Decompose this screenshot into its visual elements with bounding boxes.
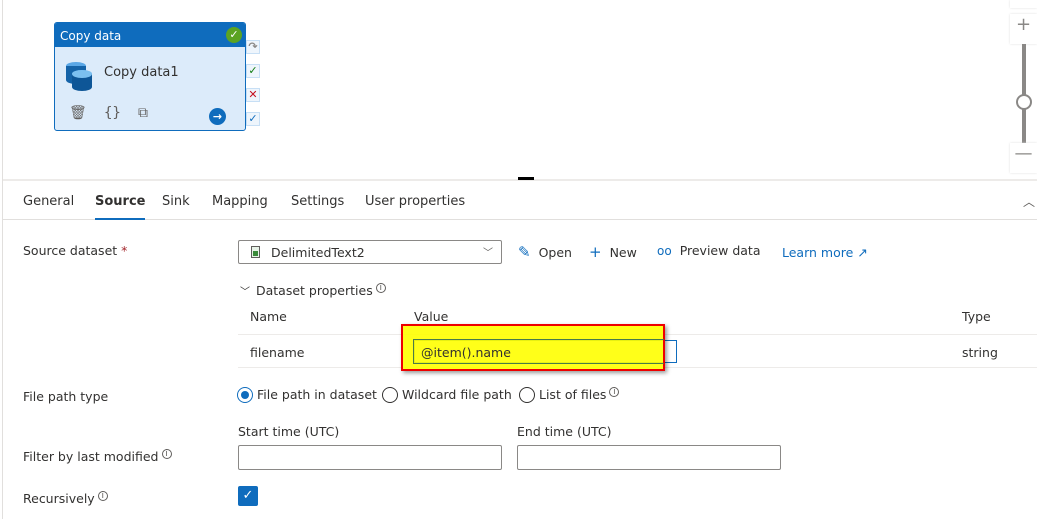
failure-icon[interactable]: ✕ <box>246 88 260 102</box>
open-button[interactable]: ✎ Open <box>518 243 572 261</box>
clone-icon[interactable]: ⧉ <box>138 105 148 121</box>
go-arrow-icon[interactable]: → <box>209 108 226 125</box>
start-time-label: Start time (UTC) <box>238 424 340 439</box>
property-name: filename <box>250 345 305 360</box>
recursively-label: Recursively i <box>23 491 108 506</box>
new-button[interactable]: + New <box>589 243 637 261</box>
tab-settings[interactable]: Settings <box>291 194 344 209</box>
source-dataset-dropdown[interactable]: DelimitedText2 ﹀ <box>238 240 502 264</box>
chevron-up-icon[interactable]: ︿ <box>1023 193 1035 210</box>
activity-name: Copy data1 <box>104 65 179 80</box>
recursively-checkbox[interactable]: ✓ <box>238 486 258 506</box>
dataset-value: DelimitedText2 <box>271 245 365 260</box>
dataset-icon <box>251 246 260 258</box>
checkmark-icon: ✓ <box>242 488 254 503</box>
database-icon <box>66 62 92 91</box>
column-value: Value <box>414 309 449 324</box>
info-icon: i <box>97 491 108 501</box>
filter-last-modified-label: Filter by last modified i <box>23 449 172 464</box>
tab-source[interactable]: Source <box>95 194 146 220</box>
info-icon: i <box>609 387 620 397</box>
end-time-input[interactable] <box>517 445 781 470</box>
properties-tabs: General Source Sink Mapping Settings Use… <box>3 181 1037 220</box>
activity-header: Copy data ✓ <box>55 23 245 47</box>
radio-circle <box>237 387 253 403</box>
plus-icon: + <box>589 243 602 261</box>
tab-sink[interactable]: Sink <box>162 194 190 209</box>
preview-data-button[interactable]: oo Preview data <box>657 243 760 258</box>
learn-more-link[interactable]: Learn more ↗ <box>782 245 868 260</box>
check-circle-icon: ✓ <box>226 27 242 43</box>
start-time-input[interactable] <box>238 445 502 470</box>
radio-list-of-files[interactable]: List of files i <box>519 387 620 404</box>
copy-data-activity[interactable]: Copy data ✓ Copy data1 🗑 {} ⧉ → <box>54 22 246 131</box>
radio-wildcard-file-path[interactable]: Wildcard file path <box>382 387 512 403</box>
tab-general[interactable]: General <box>23 194 74 209</box>
zoom-toolbar-top <box>1010 0 1037 8</box>
dataset-properties-toggle[interactable]: ﹀ Dataset properties i <box>240 283 386 298</box>
completion-icon[interactable]: ✓ <box>246 112 260 126</box>
radio-circle <box>519 387 535 404</box>
info-icon: i <box>375 283 386 293</box>
column-type: Type <box>962 309 991 324</box>
zoom-slider-thumb[interactable] <box>1016 94 1032 110</box>
tab-user-properties[interactable]: User properties <box>365 194 465 209</box>
external-link-icon: ↗ <box>857 245 868 260</box>
skipped-icon[interactable]: ↷ <box>246 40 260 54</box>
radio-file-path-in-dataset[interactable]: File path in dataset <box>237 387 377 403</box>
success-icon[interactable]: ✓ <box>246 64 260 78</box>
activity-type-label: Copy data <box>60 29 122 43</box>
pencil-icon: ✎ <box>518 243 531 261</box>
file-path-type-label: File path type <box>23 389 109 404</box>
zoom-out-button[interactable]: — <box>1010 143 1037 173</box>
tab-mapping[interactable]: Mapping <box>212 194 268 209</box>
code-icon[interactable]: {} <box>104 105 121 121</box>
source-dataset-label: Source dataset * <box>23 243 128 258</box>
required-mark: * <box>121 243 128 258</box>
zoom-in-button[interactable]: + <box>1010 14 1037 44</box>
delete-icon[interactable]: 🗑 <box>69 105 87 121</box>
minus-icon: — <box>1014 143 1033 164</box>
splitter-handle[interactable] <box>518 177 534 180</box>
end-time-label: End time (UTC) <box>517 424 612 439</box>
glasses-icon: oo <box>657 244 672 258</box>
column-name: Name <box>250 309 287 324</box>
radio-circle <box>382 387 398 403</box>
chevron-down-icon: ﹀ <box>240 287 250 299</box>
plus-icon: + <box>1015 14 1032 35</box>
info-icon: i <box>161 449 172 459</box>
property-type: string <box>962 345 998 360</box>
property-value[interactable]: @item().name <box>421 345 511 360</box>
chevron-down-icon: ﹀ <box>483 248 493 259</box>
